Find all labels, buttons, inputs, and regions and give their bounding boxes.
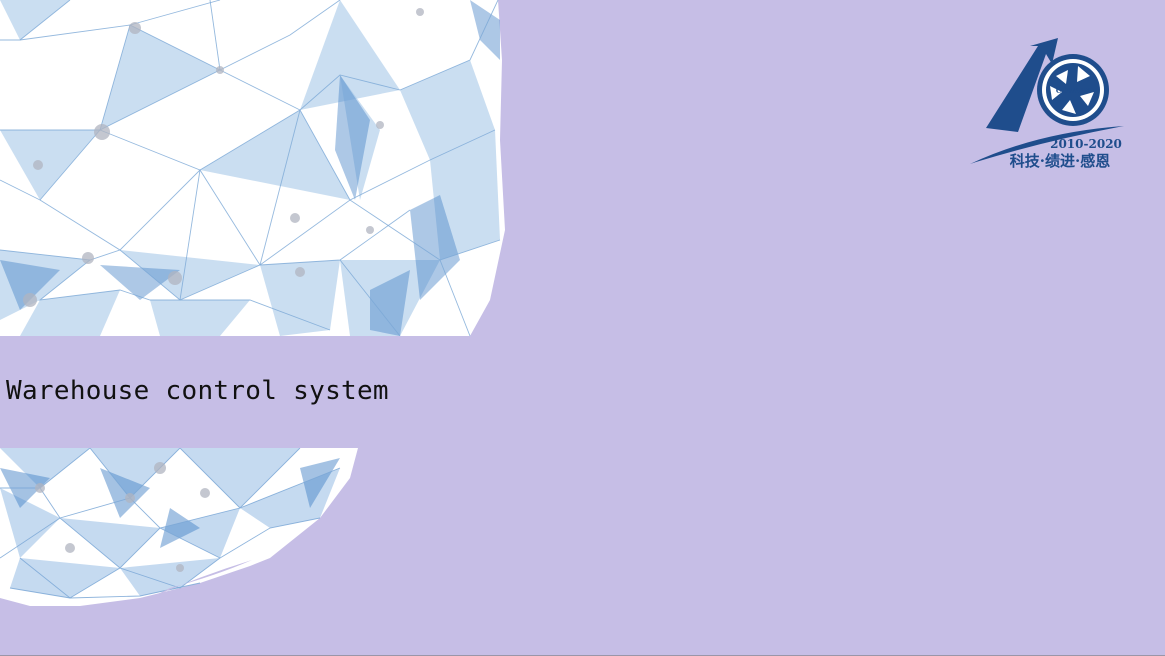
- logo-years: 2010-2020: [1050, 137, 1122, 151]
- network-globe-graphic-lower: [0, 448, 358, 606]
- network-globe-graphic: [0, 0, 505, 336]
- logo-brand-text: COWAIN: [1056, 86, 1091, 95]
- splash-screen: Warehouse control system COWAIN 2010-202…: [0, 0, 1165, 656]
- app-title: Warehouse control system: [6, 376, 389, 406]
- logo-slogan: 科技·绩进·感恩: [1010, 152, 1110, 170]
- company-logo: COWAIN 2010-2020 科技·绩进·感恩: [970, 38, 1124, 170]
